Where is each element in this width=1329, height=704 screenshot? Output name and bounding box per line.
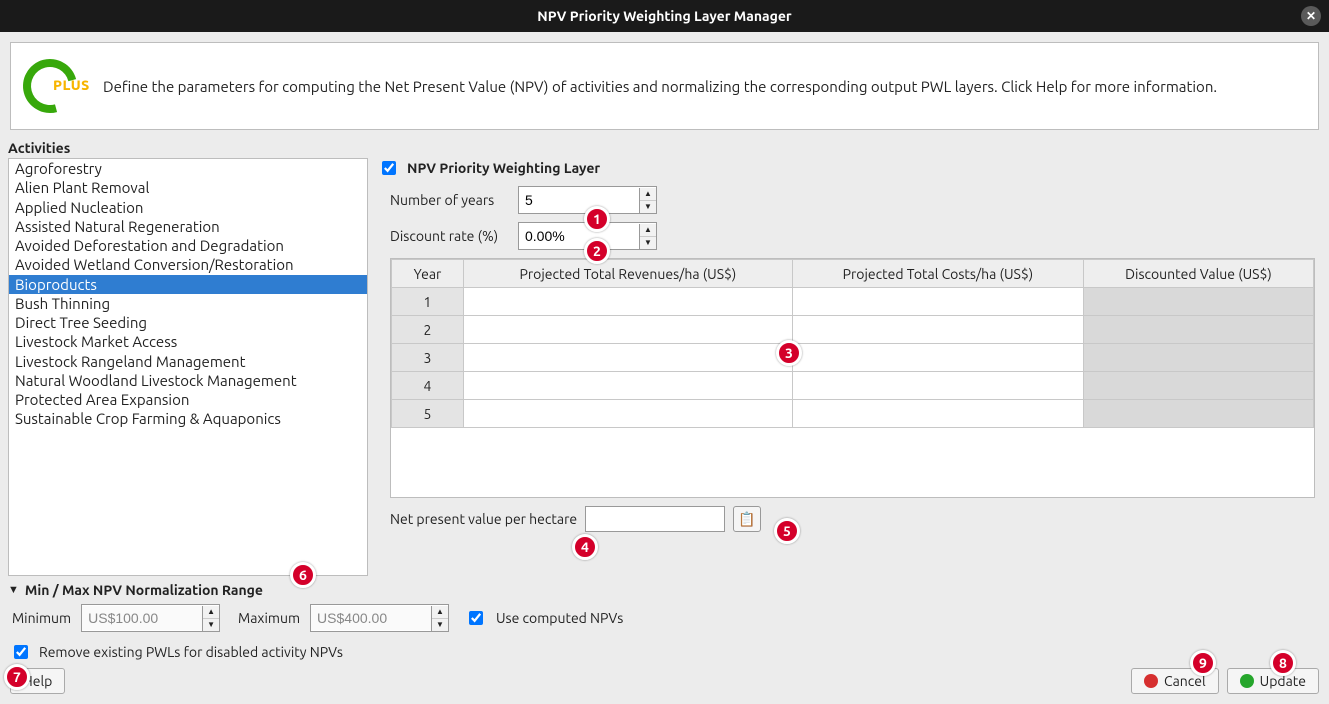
cplus-logo: PLUS (23, 59, 83, 113)
max-down[interactable]: ▼ (432, 619, 448, 631)
remove-pwl-checkbox[interactable] (14, 645, 28, 659)
npv-enable-checkbox[interactable] (382, 161, 396, 175)
list-item[interactable]: Direct Tree Seeding (9, 313, 367, 332)
normalization-row: Minimum ▲▼ Maximum ▲▼ Use computed NPVs (0, 600, 1329, 636)
marker-4: 4 (572, 534, 598, 560)
list-item[interactable]: Bioproducts (9, 275, 367, 294)
revenue-cell[interactable] (464, 344, 793, 372)
activities-list[interactable]: AgroforestryAlien Plant RemovalApplied N… (8, 158, 368, 576)
marker-5: 5 (774, 518, 800, 544)
col-year: Year (392, 260, 464, 288)
cost-cell[interactable] (792, 288, 1083, 316)
logo-text: PLUS (53, 77, 90, 93)
list-item[interactable]: Avoided Wetland Conversion/Restoration (9, 255, 367, 274)
min-stepper[interactable]: ▲▼ (81, 604, 220, 632)
table-row: 5 (392, 400, 1314, 428)
cost-cell[interactable] (792, 316, 1083, 344)
clipboard-icon: 📋 (738, 511, 755, 528)
table-row: 3 (392, 344, 1314, 372)
use-computed-label: Use computed NPVs (496, 610, 623, 626)
close-icon[interactable]: ✕ (1301, 6, 1321, 26)
col-revenues: Projected Total Revenues/ha (US$) (464, 260, 793, 288)
npv-per-ha-input[interactable] (585, 506, 725, 532)
max-stepper[interactable]: ▲▼ (310, 604, 449, 632)
discount-down[interactable]: ▼ (640, 237, 656, 249)
discount-label: Discount rate (%) (390, 228, 510, 244)
num-years-up[interactable]: ▲ (640, 188, 656, 201)
intro-panel: PLUS Define the parameters for computing… (10, 42, 1319, 130)
list-item[interactable]: Bush Thinning (9, 294, 367, 313)
list-item[interactable]: Livestock Rangeland Management (9, 352, 367, 371)
table-row: 4 (392, 372, 1314, 400)
col-costs: Projected Total Costs/ha (US$) (792, 260, 1083, 288)
npv-per-ha-label: Net present value per hectare (390, 511, 577, 527)
discounted-cell (1084, 400, 1314, 428)
year-cell: 2 (392, 316, 464, 344)
cost-cell[interactable] (792, 372, 1083, 400)
marker-8: 8 (1270, 650, 1296, 676)
marker-9: 9 (1190, 650, 1216, 676)
intro-description: Define the parameters for computing the … (103, 78, 1217, 95)
list-item[interactable]: Agroforestry (9, 159, 367, 178)
max-label: Maximum (238, 610, 300, 626)
revenue-cell[interactable] (464, 288, 793, 316)
discount-up[interactable]: ▲ (640, 224, 656, 237)
discounted-cell (1084, 344, 1314, 372)
npv-enable-label: NPV Priority Weighting Layer (407, 160, 600, 176)
marker-6: 6 (290, 562, 316, 588)
discounted-cell (1084, 316, 1314, 344)
check-icon (1240, 674, 1254, 688)
cancel-icon (1144, 674, 1158, 688)
discounted-cell (1084, 288, 1314, 316)
normalization-title: Min / Max NPV Normalization Range (25, 582, 263, 598)
copy-npv-button[interactable]: 📋 (733, 506, 761, 532)
npv-table[interactable]: Year Projected Total Revenues/ha (US$) P… (390, 258, 1315, 498)
num-years-down[interactable]: ▼ (640, 201, 656, 213)
max-up[interactable]: ▲ (432, 606, 448, 619)
year-cell: 1 (392, 288, 464, 316)
year-cell: 5 (392, 400, 464, 428)
list-item[interactable]: Livestock Market Access (9, 332, 367, 351)
marker-7: 7 (4, 664, 30, 690)
table-row: 2 (392, 316, 1314, 344)
min-down[interactable]: ▼ (203, 619, 219, 631)
list-item[interactable]: Applied Nucleation (9, 198, 367, 217)
npv-panel: NPV Priority Weighting Layer Number of y… (372, 158, 1321, 576)
normalization-header[interactable]: ▼ Min / Max NPV Normalization Range (0, 576, 1329, 600)
marker-1: 1 (584, 206, 610, 232)
marker-3: 3 (776, 340, 802, 366)
cost-cell[interactable] (792, 344, 1083, 372)
activities-label: Activities (0, 140, 1329, 158)
revenue-cell[interactable] (464, 400, 793, 428)
list-item[interactable]: Alien Plant Removal (9, 178, 367, 197)
discount-input[interactable] (519, 224, 639, 248)
min-label: Minimum (12, 610, 71, 626)
list-item[interactable]: Protected Area Expansion (9, 390, 367, 409)
collapse-icon[interactable]: ▼ (8, 584, 19, 596)
list-item[interactable]: Avoided Deforestation and Degradation (9, 236, 367, 255)
remove-pwl-label: Remove existing PWLs for disabled activi… (39, 644, 343, 660)
min-input[interactable] (82, 606, 202, 630)
list-item[interactable]: Natural Woodland Livestock Management (9, 371, 367, 390)
year-cell: 3 (392, 344, 464, 372)
col-discounted: Discounted Value (US$) (1084, 260, 1314, 288)
max-input[interactable] (311, 606, 431, 630)
revenue-cell[interactable] (464, 372, 793, 400)
num-years-input[interactable] (519, 188, 639, 212)
titlebar: NPV Priority Weighting Layer Manager ✕ (0, 0, 1329, 32)
list-item[interactable]: Sustainable Crop Farming & Aquaponics (9, 409, 367, 428)
npv-enable-row: NPV Priority Weighting Layer (372, 158, 1321, 178)
marker-2: 2 (584, 238, 610, 264)
table-row: 1 (392, 288, 1314, 316)
discounted-cell (1084, 372, 1314, 400)
num-years-label: Number of years (390, 192, 510, 208)
list-item[interactable]: Assisted Natural Regeneration (9, 217, 367, 236)
window-title: NPV Priority Weighting Layer Manager (537, 8, 791, 24)
cost-cell[interactable] (792, 400, 1083, 428)
use-computed-checkbox[interactable] (469, 611, 483, 625)
window: NPV Priority Weighting Layer Manager ✕ P… (0, 0, 1329, 704)
year-cell: 4 (392, 372, 464, 400)
min-up[interactable]: ▲ (203, 606, 219, 619)
revenue-cell[interactable] (464, 316, 793, 344)
